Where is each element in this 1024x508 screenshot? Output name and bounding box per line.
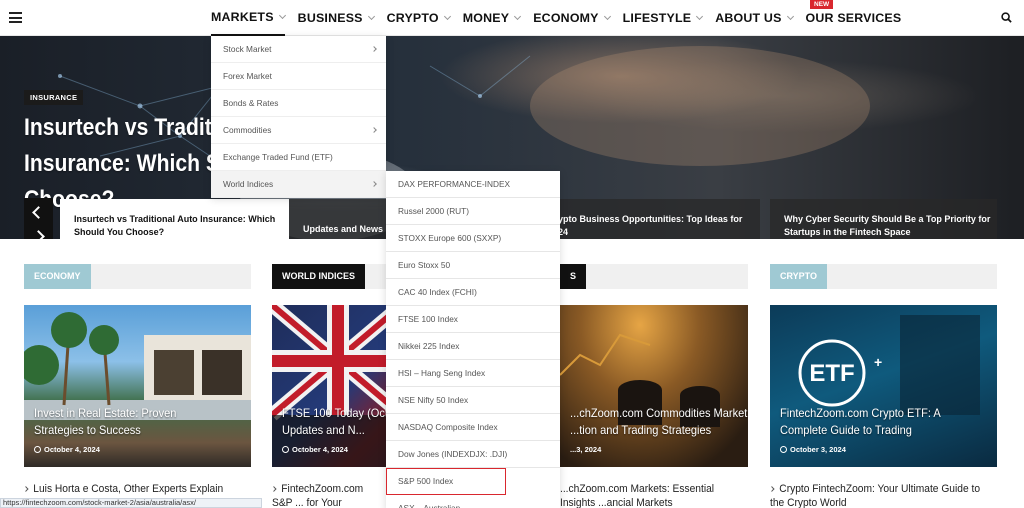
article-date: ...3, 2024 xyxy=(570,445,602,454)
submenu-item[interactable]: HSI – Hang Seng Index xyxy=(386,360,560,387)
chevron-down-icon xyxy=(278,11,286,20)
submenu-item[interactable]: Nikkei 225 Index xyxy=(386,333,560,360)
list-item[interactable]: Crypto FintechZoom: Your Ultimate Guide … xyxy=(769,482,981,508)
slider-controls xyxy=(24,198,53,239)
article-title[interactable]: FintechZoom.com Crypto ETF: A Complete G… xyxy=(780,405,969,439)
nav-economy[interactable]: ECONOMY xyxy=(533,0,611,36)
section-header-economy: ECONOMY xyxy=(24,264,251,289)
clock-icon xyxy=(282,446,289,453)
nav-crypto[interactable]: CRYPTO xyxy=(387,0,451,36)
chevron-down-icon xyxy=(603,12,611,21)
submenu-item[interactable]: NSE Nifty 50 Index xyxy=(386,387,560,414)
article-card[interactable]: ETF + FintechZoom.com Crypto ETF: A Comp… xyxy=(770,305,997,467)
menu-item-bonds-rates[interactable]: Bonds & Rates xyxy=(211,90,386,117)
menu-item-etf[interactable]: Exchange Traded Fund (ETF) xyxy=(211,144,386,171)
nav-lifestyle[interactable]: LIFESTYLE xyxy=(623,0,704,36)
chevron-down-icon xyxy=(514,12,522,21)
submenu-item[interactable]: Dow Jones (INDEXDJX: .DJI) xyxy=(386,441,560,468)
submenu-item[interactable]: CAC 40 Index (FCHI) xyxy=(386,279,560,306)
list-item[interactable]: ...chZoom.com Markets: Essential Insight… xyxy=(560,482,737,508)
article-date: October 4, 2024 xyxy=(34,445,100,454)
chevron-right-icon xyxy=(271,486,277,492)
clock-icon xyxy=(34,446,41,453)
svg-text:+: + xyxy=(874,354,882,370)
menu-item-stock-market[interactable]: Stock Market xyxy=(211,36,386,63)
article-title[interactable]: ...chZoom.com Commodities Market: ...tio… xyxy=(570,405,748,439)
chevron-right-icon xyxy=(371,46,377,52)
top-navigation: MARKETS BUSINESS CRYPTO MONEY ECONOMY LI… xyxy=(0,0,1024,36)
chevron-down-icon xyxy=(367,12,375,21)
section-label[interactable]: WORLD INDICES xyxy=(272,264,365,289)
section-label[interactable]: S xyxy=(560,264,587,289)
clock-icon xyxy=(780,446,787,453)
article-image xyxy=(24,312,251,420)
section-label[interactable]: ECONOMY xyxy=(24,264,91,289)
article-date: October 4, 2024 xyxy=(282,445,348,454)
article-date: October 3, 2024 xyxy=(780,445,846,454)
menu-item-commodities[interactable]: Commodities xyxy=(211,117,386,144)
section-header-crypto: CRYPTO xyxy=(770,264,997,289)
nav-money[interactable]: MONEY xyxy=(463,0,522,36)
nav-about-us[interactable]: ABOUT US xyxy=(715,0,794,36)
list-item[interactable]: FintechZoom.com S&P ... for Your Investm… xyxy=(271,482,384,508)
new-badge: NEW xyxy=(810,0,834,9)
submenu-item[interactable]: DAX PERFORMANCE-INDEX xyxy=(386,171,560,198)
article-card[interactable]: Invest in Real Estate: Proven Strategies… xyxy=(24,305,251,467)
section-label[interactable]: CRYPTO xyxy=(770,264,828,289)
menu-icon[interactable] xyxy=(9,12,22,23)
submenu-item[interactable]: FTSE 100 Index xyxy=(386,306,560,333)
submenu-item[interactable]: ASX – Australian xyxy=(386,495,560,508)
nav-business[interactable]: BUSINESS xyxy=(298,0,375,36)
chevron-right-icon xyxy=(371,127,377,133)
chevron-down-icon xyxy=(443,12,451,21)
link-status-bar: https://fintechzoom.com/stock-market-2/a… xyxy=(0,498,262,508)
category-tag[interactable]: INSURANCE xyxy=(24,90,84,105)
submenu-item[interactable]: Russel 2000 (RUT) xyxy=(386,198,560,225)
submenu-item[interactable]: NASDAQ Composite Index xyxy=(386,414,560,441)
world-indices-submenu: DAX PERFORMANCE-INDEX Russel 2000 (RUT) … xyxy=(386,171,560,508)
submenu-item-sp500[interactable]: S&P 500 Index xyxy=(386,468,506,495)
slide-card[interactable]: Insurtech vs Traditional Auto Insurance:… xyxy=(60,199,289,239)
markets-dropdown: Stock Market Forex Market Bonds & Rates … xyxy=(211,36,386,198)
search-icon[interactable] xyxy=(1001,12,1012,23)
article-image: ETF + xyxy=(798,315,980,415)
menu-item-forex-market[interactable]: Forex Market xyxy=(211,63,386,90)
submenu-item[interactable]: Euro Stoxx 50 xyxy=(386,252,560,279)
chevron-right-icon xyxy=(769,486,775,492)
nav-markets[interactable]: MARKETS xyxy=(211,0,286,36)
svg-text:ETF: ETF xyxy=(809,360,854,387)
main-menu: MARKETS BUSINESS CRYPTO MONEY ECONOMY LI… xyxy=(211,0,914,36)
chevron-right-icon xyxy=(371,181,377,187)
chevron-right-icon xyxy=(23,486,29,492)
article-title[interactable]: Invest in Real Estate: Proven Strategies… xyxy=(34,405,223,439)
slide-card[interactable]: Why Cyber Security Should Be a Top Prior… xyxy=(770,199,997,239)
chevron-down-icon xyxy=(786,12,794,21)
submenu-item[interactable]: STOXX Europe 600 (SXXP) xyxy=(386,225,560,252)
arrow-left-icon[interactable] xyxy=(32,206,45,219)
menu-item-world-indices[interactable]: World Indices xyxy=(211,171,386,198)
chevron-down-icon xyxy=(696,12,704,21)
arrow-right-icon[interactable] xyxy=(32,230,45,239)
